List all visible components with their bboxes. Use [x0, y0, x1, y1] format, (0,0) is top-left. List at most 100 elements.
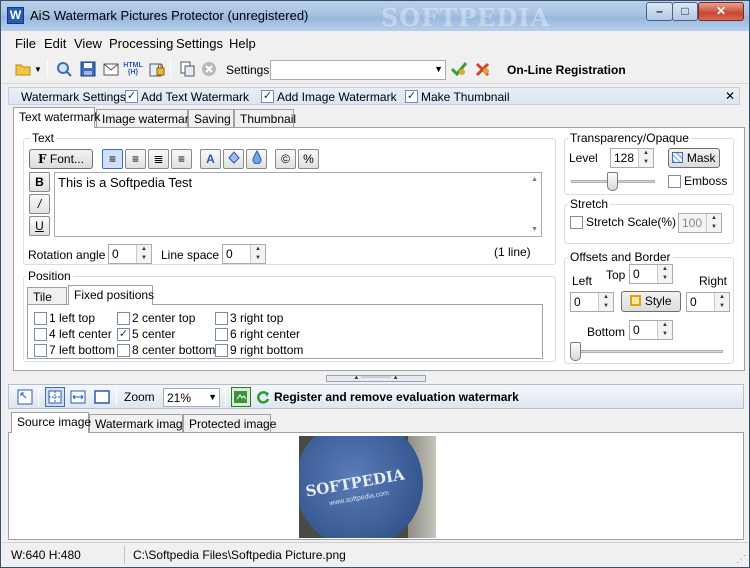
mask-button[interactable]: Mask [668, 148, 720, 168]
online-registration-link[interactable]: On-Line Registration [507, 63, 626, 77]
tab-fixed-positions[interactable]: Fixed positions [68, 285, 154, 305]
delete-settings-icon[interactable] [474, 60, 492, 78]
style-button[interactable]: Style [621, 291, 681, 312]
underline-button[interactable]: U [29, 216, 50, 236]
position-checkbox[interactable]: ✓ [117, 328, 130, 341]
copyright-icon[interactable]: © [275, 149, 296, 169]
left-offset-spinner[interactable]: 0 ▲ ▼ [570, 292, 614, 312]
position-checkbox[interactable] [215, 328, 228, 341]
add-text-watermark-checkbox[interactable]: ✓ [125, 90, 138, 103]
text-color-icon[interactable]: A [200, 149, 221, 169]
spinner-arrows-icon[interactable]: ▲ ▼ [136, 245, 151, 263]
tab-watermark-image[interactable]: Watermark image [89, 414, 189, 433]
fit-window-icon[interactable] [16, 388, 34, 406]
spinner-arrows-icon[interactable]: ▲ ▼ [706, 214, 721, 232]
spinner-arrows-icon[interactable]: ▲ ▼ [638, 149, 653, 167]
maximize-button[interactable]: □ [672, 2, 698, 21]
spinner-arrows-icon[interactable]: ▲ ▼ [250, 245, 265, 263]
scrollbar-up-icon[interactable]: ▲ [531, 176, 538, 183]
offsets-group-title: Offsets and Border [568, 250, 673, 264]
menu-settings[interactable]: Settings [176, 36, 223, 51]
line-space-spinner[interactable]: 0 ▲ ▼ [222, 244, 266, 264]
copy-icon[interactable] [178, 60, 196, 78]
position-checkbox[interactable] [34, 344, 47, 357]
chevron-down-icon[interactable]: ▼ [33, 60, 43, 78]
stop-icon[interactable] [200, 60, 218, 78]
spinner-arrows-icon[interactable]: ▲ ▼ [714, 293, 729, 311]
position-checkbox[interactable] [117, 344, 130, 357]
bold-button[interactable]: B [29, 172, 50, 192]
email-icon[interactable] [102, 60, 120, 78]
position-checkbox[interactable] [34, 312, 47, 325]
align-right-icon[interactable]: ≡ [171, 149, 192, 169]
tab-image-watermark[interactable]: Image watermark [96, 109, 195, 128]
refresh-icon[interactable] [254, 388, 272, 406]
border-slider[interactable] [573, 350, 723, 353]
tab-text-watermark[interactable]: Text watermark [13, 107, 100, 128]
level-spinner[interactable]: 128 ▲ ▼ [610, 148, 654, 168]
align-justify-icon[interactable]: ≣ [148, 149, 169, 169]
spinner-arrows-icon[interactable]: ▲ ▼ [598, 293, 613, 311]
menu-edit[interactable]: Edit [44, 36, 66, 51]
title-bar[interactable]: W AiS Watermark Pictures Protector (unre… [1, 1, 749, 32]
zoom-combo[interactable]: 21% ▼ [163, 388, 220, 407]
panel-splitter[interactable]: ▲ ⋯⋯⋯⋯⋯ ▲ [326, 375, 426, 382]
save-icon[interactable] [79, 60, 97, 78]
bottom-offset-spinner[interactable]: 0 ▲ ▼ [629, 320, 673, 340]
top-offset-spinner[interactable]: 0 ▲ ▼ [629, 264, 673, 284]
position-checkbox[interactable] [215, 312, 228, 325]
fit-width-icon[interactable] [69, 388, 87, 406]
tab-tile[interactable]: Tile [27, 287, 67, 305]
border-slider-thumb[interactable] [570, 342, 581, 361]
menu-file[interactable]: File [15, 36, 36, 51]
transparency-drop-icon[interactable] [246, 149, 267, 169]
scrollbar-down-icon[interactable]: ▼ [531, 226, 538, 233]
zoom-value: 21% [167, 391, 192, 405]
register-remove-watermark-link[interactable]: Register and remove evaluation watermark [274, 390, 519, 404]
protected-preview-icon[interactable] [231, 387, 251, 407]
stretch-scale-spinner[interactable]: 100 ▲ ▼ [678, 213, 722, 233]
minimize-button[interactable]: – [646, 2, 673, 21]
resize-grip-icon[interactable]: ⋰ [736, 554, 746, 565]
apply-settings-icon[interactable] [450, 60, 468, 78]
level-slider-thumb[interactable] [607, 172, 618, 191]
align-left-icon[interactable]: ≡ [102, 149, 123, 169]
font-button[interactable]: F Font... [29, 149, 93, 169]
position-checkbox[interactable] [117, 312, 130, 325]
close-button[interactable]: ✕ [698, 2, 744, 21]
html-export-icon[interactable]: HTML {H} [123, 60, 142, 78]
italic-button[interactable]: / [29, 194, 50, 214]
position-checkbox[interactable] [215, 344, 228, 357]
stretch-scale-checkbox[interactable] [570, 216, 583, 229]
actual-size-icon[interactable] [93, 388, 111, 406]
add-image-watermark-checkbox[interactable]: ✓ [261, 90, 274, 103]
rotation-angle-spinner[interactable]: 0 ▲ ▼ [108, 244, 152, 264]
menu-processing[interactable]: Processing [109, 36, 173, 51]
position-checkbox[interactable] [34, 328, 47, 341]
percent-icon[interactable]: % [298, 149, 319, 169]
chevron-down-icon[interactable]: ▼ [434, 64, 443, 74]
tab-saving[interactable]: Saving [188, 109, 234, 128]
tab-protected-image[interactable]: Protected image [183, 414, 276, 433]
preview-icon[interactable] [55, 60, 73, 78]
make-thumbnail-checkbox[interactable]: ✓ [405, 90, 418, 103]
settings-combo[interactable]: ▼ [270, 60, 446, 80]
transparency-group-title: Transparency/Opaque [568, 131, 691, 145]
chevron-down-icon[interactable]: ▼ [208, 392, 217, 402]
watermark-text-input[interactable]: This is a Softpedia Test ▲ ▼ [54, 172, 542, 237]
menu-help[interactable]: Help [229, 36, 256, 51]
close-icon[interactable]: ✕ [725, 89, 735, 103]
menu-view[interactable]: View [74, 36, 102, 51]
add-image-watermark-label: Add Image Watermark [277, 90, 397, 104]
emboss-checkbox[interactable] [668, 175, 681, 188]
align-center-icon[interactable]: ≡ [125, 149, 146, 169]
open-folder-icon[interactable] [14, 60, 32, 78]
fill-color-icon[interactable] [223, 149, 244, 169]
tab-source-image[interactable]: Source image [11, 412, 91, 433]
spinner-arrows-icon[interactable]: ▲ ▼ [657, 321, 672, 339]
tab-thumbnail[interactable]: Thumbnail [234, 109, 296, 128]
right-offset-spinner[interactable]: 0 ▲ ▼ [686, 292, 730, 312]
fit-both-icon[interactable] [45, 387, 65, 407]
protect-icon[interactable] [148, 60, 166, 78]
spinner-arrows-icon[interactable]: ▲ ▼ [657, 265, 672, 283]
